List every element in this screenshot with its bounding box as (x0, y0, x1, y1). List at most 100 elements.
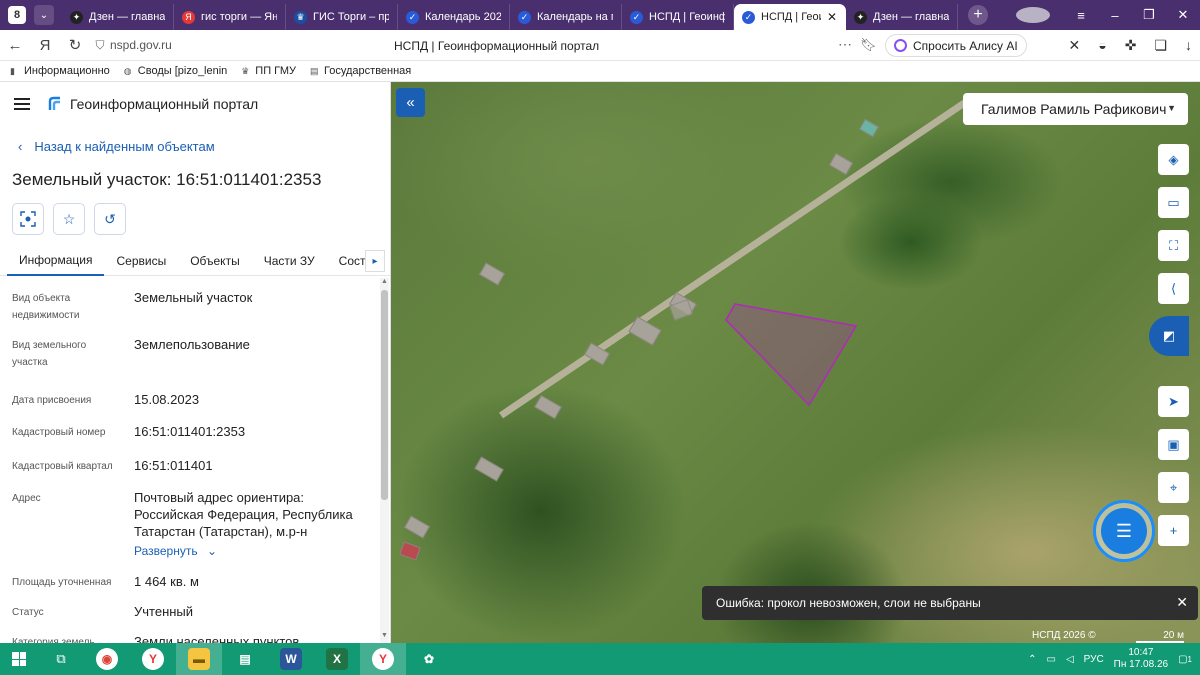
bookmarks-icon[interactable]: ≡ (1064, 8, 1098, 23)
taskbar-word[interactable]: W (268, 643, 314, 675)
page-title: НСПД | Геоинформационный портал (394, 39, 600, 53)
info-mode-button[interactable]: ◩ (1149, 316, 1189, 356)
tray-arrow-icon[interactable]: ⌃ (1028, 654, 1036, 665)
scanner-icon: ▤ (239, 652, 251, 666)
chat-button[interactable]: ☰ (1093, 500, 1155, 562)
expand-address-link[interactable]: Развернуть ⌄ (134, 544, 217, 558)
profile-avatar[interactable] (1016, 7, 1050, 23)
portal-title: Геоинформационный портал (70, 96, 259, 112)
bookmark-icon[interactable]: 🔖︎ (860, 37, 877, 53)
plus-icon: + (1169, 523, 1178, 538)
share-button[interactable]: ⟨ (1158, 273, 1189, 304)
close-window-button[interactable]: ✕ (1166, 7, 1200, 23)
site-info-icon[interactable]: ⛉ (90, 38, 110, 53)
panel-tabs: Информация Сервисы Объекты Части ЗУ Состав ▸ (0, 246, 390, 276)
history-button[interactable]: ↺ (94, 203, 126, 235)
restore-button[interactable]: ❐ (1132, 7, 1166, 23)
tab-favicon-icon: ✓ (630, 10, 643, 24)
collapse-panel-button[interactable]: « (396, 88, 425, 117)
tab-item[interactable]: Части ЗУ (252, 246, 327, 276)
browser-tab[interactable]: Ягис торги — Янд (174, 4, 286, 30)
browser-tab[interactable]: ✦ Дзен — главная (62, 4, 174, 30)
volume-icon[interactable]: ◁ (1066, 654, 1074, 665)
new-tab-button[interactable]: + (968, 5, 988, 25)
browser-tab[interactable]: ✦ Дзен — главная (846, 4, 958, 30)
layers-button[interactable]: ◈ (1158, 144, 1189, 175)
menu-icon[interactable] (14, 98, 30, 110)
locate-on-map-button[interactable] (12, 203, 44, 235)
browser-tab[interactable]: ✓ Календарь 2026 (398, 4, 510, 30)
browser-tab[interactable]: ✓ НСПД | Геоинфо (622, 4, 734, 30)
scrollbar-thumb[interactable] (381, 290, 388, 500)
tabs-menu-button[interactable]: ⌄ (34, 5, 54, 25)
tab-counter[interactable]: 8 (8, 6, 26, 24)
user-menu[interactable]: Галимов Рамиль Рафикович ▼ (963, 93, 1188, 125)
close-icon[interactable]: ✕ (1176, 594, 1188, 611)
taskbar-yandex-active[interactable]: Y (360, 643, 406, 675)
basemap-button[interactable]: ▣ (1158, 429, 1189, 460)
clock[interactable]: 10:47 Пн 17.08.26 (1114, 647, 1168, 671)
folder-icon: ▬ (188, 648, 210, 670)
browser-tab[interactable]: ✓ Календарь на пя (510, 4, 622, 30)
minimize-button[interactable]: – (1098, 8, 1132, 23)
browser-tab[interactable]: ✓ НСПД | Геои ✕ (734, 4, 846, 30)
select-area-icon: ⛶ (1168, 237, 1179, 253)
extension-k-icon[interactable]: ✕ (1069, 37, 1081, 54)
info-value: 15.08.2023 (134, 392, 200, 407)
notifications-icon[interactable]: ▢1 (1178, 654, 1192, 665)
select-area-button[interactable]: ⛶ (1158, 230, 1189, 261)
browser-tab[interactable]: ♛ ГИС Торги – про (286, 4, 398, 30)
ask-alice-button[interactable]: Спросить Алису AI (885, 34, 1027, 57)
start-button[interactable] (0, 652, 38, 666)
close-tab-icon[interactable]: ✕ (827, 10, 837, 24)
tab-favicon-icon: ✦ (70, 10, 83, 24)
info-value: 16:51:011401:2353 (134, 424, 246, 439)
land-parcel-polygon[interactable] (725, 303, 858, 407)
downloads-icon[interactable]: ↓ (1185, 37, 1192, 54)
panel-scrollbar[interactable]: ▲ ▼ (380, 278, 389, 643)
yandex-logo-icon[interactable]: Я (30, 37, 60, 54)
back-icon[interactable]: ← (0, 37, 30, 54)
scroll-up-icon[interactable]: ▲ (381, 278, 388, 285)
navigation-arrow-icon: ➤ (1168, 393, 1179, 409)
network-icon[interactable]: ▭ (1046, 654, 1055, 665)
notification-count: 1 (1187, 654, 1192, 664)
url-field[interactable]: nspd.gov.ru (110, 38, 310, 52)
tabs-scroll-right-button[interactable]: ▸ (365, 250, 385, 272)
taskbar-explorer[interactable]: ▬ (176, 643, 222, 675)
extensions-icon[interactable]: ✜ (1125, 37, 1137, 54)
taskbar-app-paw[interactable]: ✿ (406, 643, 452, 675)
task-view-button[interactable]: ⧉ (38, 643, 84, 675)
bookmark-item[interactable]: ♛ ПП ГМУ (241, 65, 296, 77)
excel-icon: X (326, 648, 348, 670)
info-value: Земельный участок (134, 290, 253, 305)
favorite-button[interactable]: ☆ (53, 203, 85, 235)
zoom-in-button[interactable]: + (1158, 515, 1189, 546)
ruler-icon: ▭ (1167, 194, 1180, 210)
info-label: Категория земель (12, 637, 95, 643)
tab-title: Календарь 2026 (425, 11, 501, 23)
bookmark-item[interactable]: ▤ Государственная (310, 65, 411, 77)
taskbar-scanner[interactable]: ▤ (222, 643, 268, 675)
more-icon[interactable]: ⋯ (838, 36, 852, 53)
tab-info[interactable]: Информация (7, 246, 105, 276)
bookmark-item[interactable]: ▮ Информационно (10, 65, 110, 77)
measure-button[interactable]: ▭ (1158, 187, 1189, 218)
collections-icon[interactable]: ❏ (1154, 37, 1167, 54)
taskbar-excel[interactable]: X (314, 643, 360, 675)
locate-me-button[interactable]: ➤ (1158, 386, 1189, 417)
back-to-results-link[interactable]: ‹ Назад к найденным объектам (18, 139, 215, 154)
satellite-map[interactable]: « Галимов Рамиль Рафикович ▼ ◈ ▭ ⛶ ⟨ ◩ ➤… (391, 82, 1200, 643)
system-tray: ⌃ ▭ ◁ РУС 10:47 Пн 17.08.26 ▢1 (1028, 643, 1192, 675)
bookmark-item[interactable]: ◍ Своды [pizo_lenin (124, 65, 228, 77)
taskbar-chrome[interactable]: ◉ (84, 643, 130, 675)
geosearch-button[interactable]: ⌖ (1158, 472, 1189, 503)
tab-item[interactable]: Сервисы (104, 246, 178, 276)
scroll-down-icon[interactable]: ▼ (381, 632, 388, 639)
reload-icon[interactable]: ↻ (60, 36, 90, 54)
language-indicator[interactable]: РУС (1084, 654, 1104, 665)
ask-alice-label: Спросить Алису AI (913, 38, 1018, 53)
tab-item[interactable]: Объекты (178, 246, 252, 276)
extension-shield-icon[interactable]: ◒ (1098, 37, 1106, 54)
taskbar-yandex[interactable]: Y (130, 643, 176, 675)
